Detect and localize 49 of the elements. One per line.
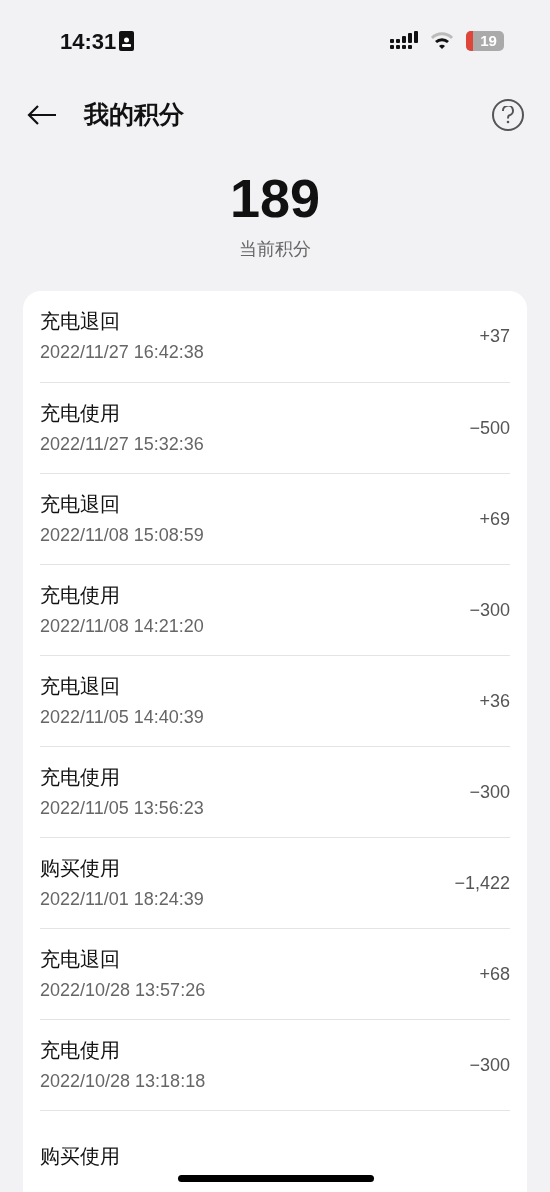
record-title: 购买使用 [40, 1144, 121, 1169]
back-arrow-icon [27, 104, 57, 126]
record-amount: +68 [479, 962, 510, 986]
help-button[interactable] [492, 99, 524, 131]
page-title: 我的积分 [84, 99, 185, 131]
record-amount: +69 [479, 507, 510, 531]
record-row[interactable]: 充电使用 2022/11/27 15:32:36 −500 [40, 382, 510, 473]
record-title: 充电使用 [40, 400, 121, 426]
wifi-icon [430, 32, 454, 50]
record-row[interactable]: 购买使用 2022/11/01 18:24:39 −1,422 [40, 837, 510, 928]
record-title: 充电退回 [40, 946, 121, 972]
help-icon [501, 106, 515, 124]
record-time: 2022/11/08 15:08:59 [40, 523, 205, 547]
record-row[interactable]: 充电退回 2022/11/05 14:40:39 +36 [40, 655, 510, 746]
record-time: 2022/10/28 13:18:18 [40, 1069, 207, 1093]
battery-fill [466, 31, 473, 51]
record-title: 充电使用 [40, 582, 121, 608]
record-title: 充电退回 [40, 309, 121, 334]
status-time: 14:31 [60, 27, 117, 56]
record-row[interactable]: 充电使用 2022/11/08 14:21:20 −300 [40, 564, 510, 655]
record-title: 充电退回 [40, 491, 121, 517]
record-row[interactable]: 充电使用 2022/10/28 13:18:18 −300 [40, 1019, 510, 1110]
record-time: 2022/10/28 13:57:26 [40, 978, 207, 1002]
record-title: 购买使用 [40, 855, 121, 881]
signal-icon [390, 31, 418, 51]
record-time: 2022/11/05 14:40:39 [40, 705, 205, 729]
record-amount: −300 [469, 780, 510, 804]
id-card-icon [119, 31, 135, 51]
record-row[interactable]: 充电退回 2022/10/28 13:57:26 +68 [40, 928, 510, 1019]
record-title: 充电退回 [40, 673, 121, 699]
record-time: 2022/11/08 14:21:20 [40, 614, 205, 638]
record-row[interactable]: 充电退回 2022/11/27 16:42:38 +37 [40, 291, 510, 382]
record-amount: +37 [479, 325, 510, 348]
points-label: 当前积分 [239, 238, 311, 261]
record-amount: −500 [469, 416, 510, 440]
record-time: 2022/11/01 18:24:39 [40, 887, 205, 911]
points-total: 189 [229, 168, 321, 228]
record-time: 2022/11/27 15:32:36 [40, 432, 205, 456]
record-row[interactable]: 充电使用 2022/11/05 13:56:23 −300 [40, 746, 510, 837]
record-amount: −300 [469, 598, 510, 622]
record-row[interactable]: 充电退回 2022/11/08 15:08:59 +69 [40, 473, 510, 564]
battery-level: 19 [479, 31, 498, 51]
record-time: 2022/11/27 16:42:38 [40, 341, 205, 364]
record-time: 2022/11/05 13:56:23 [40, 796, 205, 820]
record-title: 充电使用 [40, 1037, 121, 1063]
record-amount: +36 [479, 689, 510, 713]
record-title: 充电使用 [40, 764, 121, 790]
record-amount: −300 [469, 1053, 510, 1077]
record-amount: −1,422 [454, 871, 510, 895]
